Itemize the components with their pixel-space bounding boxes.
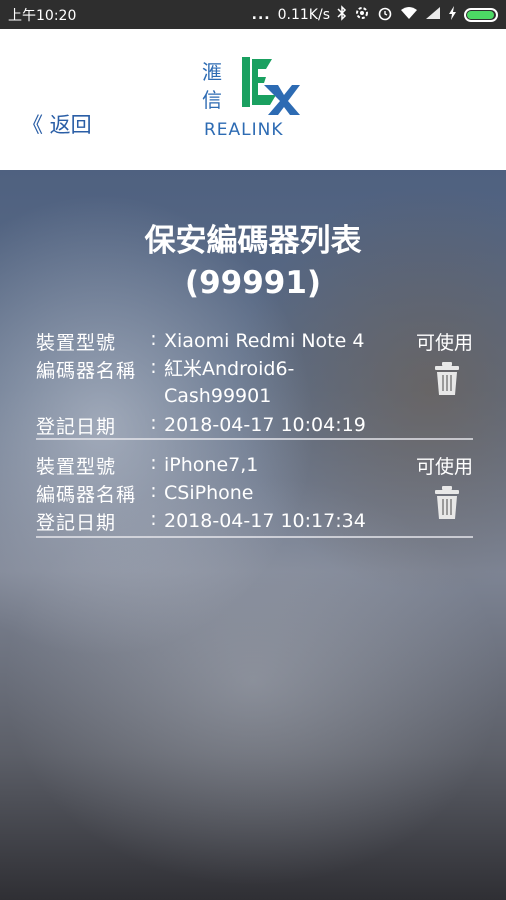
device-2-name-row: 編碼器名稱 : CSiPhone [36,480,404,507]
model-label: 裝置型號 [36,332,117,354]
colon: : [150,412,157,434]
page-title: 保安編碼器列表 [144,223,362,259]
notification-dots: ... [251,6,271,23]
colon: : [150,452,157,474]
device-1-delete-button[interactable] [433,362,461,396]
main-content: 保安編碼器列表 (99991) 裝置型號 : Xiaomi Redmi Note… [0,170,506,900]
settings-icon [354,5,370,25]
device-2-model-row: 裝置型號 : iPhone7,1 [36,452,404,479]
status-bar: 上午10:20 ... 0.11K/s [0,0,506,29]
device-1-date-row: 登記日期 : 2018-04-17 10:04:19 [36,412,404,439]
device-entry-2: 裝置型號 : iPhone7,1 編碼器名稱 : CSiPhone 登記日期 :… [36,452,473,536]
divider [36,536,473,538]
status-time: 上午10:20 [8,7,77,24]
device-2-delete-button[interactable] [433,486,461,520]
device-1-model-row: 裝置型號 : Xiaomi Redmi Note 4 [36,328,404,355]
device-1-status: 可使用 [415,332,473,354]
colon: : [150,356,157,378]
realink-logo: 滙 信 REALINK [202,57,300,139]
device-2-date-row: 登記日期 : 2018-04-17 10:17:34 [36,508,404,535]
logo-mark-e [252,59,276,105]
wifi-icon [400,6,418,24]
logo-text: REALINK [204,120,284,139]
device-1-date: 2018-04-17 10:04:19 [164,414,366,436]
device-2-status: 可使用 [415,456,473,478]
divider [36,438,473,440]
device-1-name: 紅米Android6- Cash99901 [164,356,404,410]
device-entry-1: 裝置型號 : Xiaomi Redmi Note 4 編碼器名稱 : 紅米And… [36,328,473,440]
signal-icon [425,6,441,24]
logo-char-2: 信 [202,88,222,112]
device-2-date: 2018-04-17 10:17:34 [164,510,366,532]
date-label: 登記日期 [36,512,117,534]
device-1-model: Xiaomi Redmi Note 4 [164,330,365,352]
network-speed: 0.11K/s [277,6,330,23]
name-label: 編碼器名稱 [36,360,137,382]
back-button[interactable]: 《 返回 [22,109,92,139]
battery-icon [464,7,498,22]
colon: : [150,328,157,350]
alarm-icon [377,5,393,25]
status-icons: ... 0.11K/s [251,4,498,25]
back-label: 《 返回 [22,113,92,137]
page-subtitle: (99991) [184,265,322,301]
logo-char-1: 滙 [202,60,222,84]
device-1-name-line1: 紅米Android6- [164,358,295,380]
battery-level-fill [467,10,494,19]
logo-mark-bar [242,57,250,107]
device-1-name-row: 編碼器名稱 : 紅米Android6- Cash99901 [36,356,404,410]
app-header: 《 返回 滙 信 REALINK [0,29,506,170]
name-label: 編碼器名稱 [36,484,137,506]
colon: : [150,480,157,502]
device-2-model: iPhone7,1 [164,454,259,476]
date-label: 登記日期 [36,416,117,438]
model-label: 裝置型號 [36,456,117,478]
colon: : [150,508,157,530]
device-1-name-line2: Cash99901 [164,385,272,407]
charging-icon [448,5,457,24]
device-2-name: CSiPhone [164,482,254,504]
bluetooth-icon [337,4,347,25]
